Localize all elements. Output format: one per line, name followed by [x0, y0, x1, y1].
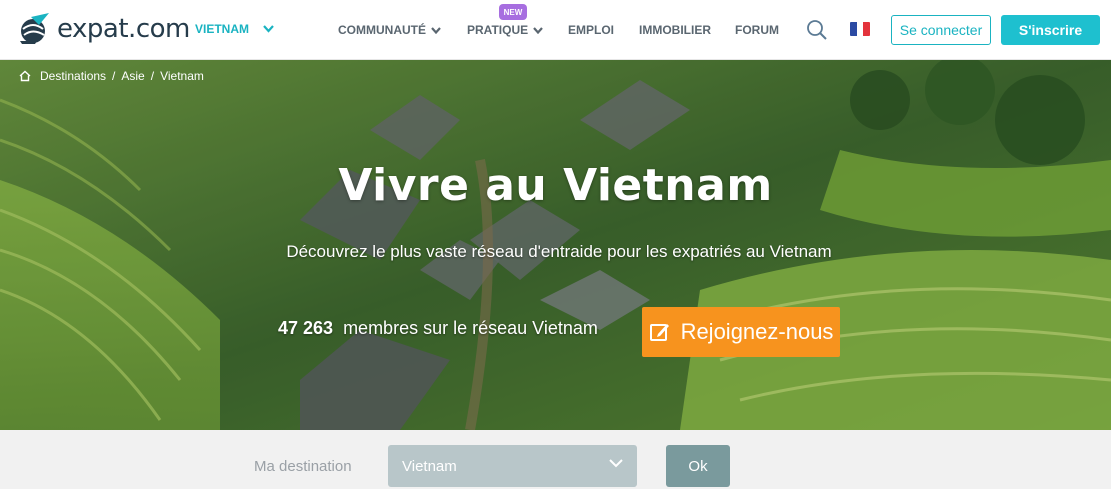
nav-real-estate[interactable]: IMMOBILIER — [639, 23, 711, 37]
country-label: VIETNAM — [195, 22, 249, 36]
nav-real-estate-label: IMMOBILIER — [639, 23, 711, 37]
join-button-label: Rejoignez-nous — [680, 319, 834, 344]
edit-icon — [649, 324, 669, 341]
nav-practical-label: PRATIQUE — [467, 23, 529, 37]
signup-button[interactable]: S'inscrire — [1001, 15, 1100, 45]
login-button[interactable]: Se connecter — [891, 15, 991, 45]
breadcrumb-separator: / — [150, 69, 155, 83]
chevron-down-icon — [609, 459, 623, 468]
member-count-text: membres sur le réseau Vietnam — [343, 318, 598, 338]
breadcrumb-asia[interactable]: Asie — [121, 69, 144, 83]
join-button[interactable]: Rejoignez-nous — [642, 307, 840, 357]
new-badge: NEW — [499, 4, 527, 20]
destination-select[interactable]: Vietnam — [388, 445, 637, 487]
nav-community[interactable]: COMMUNAUTÉ — [338, 23, 441, 37]
chevron-down-icon — [533, 26, 543, 34]
chevron-down-icon — [263, 25, 274, 33]
france-flag-icon[interactable] — [850, 22, 870, 36]
member-count: 47 263 membres sur le réseau Vietnam — [278, 318, 598, 339]
destination-bar: Ma destination Vietnam Ok — [0, 430, 1111, 489]
nav-jobs[interactable]: EMPLOI — [568, 23, 614, 37]
country-selector[interactable]: VIETNAM — [195, 22, 274, 36]
hero-banner: Destinations / Asie / Vietnam Vivre au V… — [0, 60, 1111, 430]
ok-button[interactable]: Ok — [666, 445, 730, 487]
home-icon[interactable] — [19, 70, 31, 82]
nav-forum[interactable]: FORUM — [735, 23, 779, 37]
search-icon[interactable] — [806, 19, 828, 41]
destination-selected-value: Vietnam — [402, 457, 457, 475]
member-count-number: 47 263 — [278, 318, 334, 338]
breadcrumb-destinations[interactable]: Destinations — [40, 69, 106, 83]
page-title: Vivre au Vietnam — [338, 160, 773, 211]
nav-practical[interactable]: PRATIQUE — [467, 23, 543, 37]
expat-logo[interactable]: expat.com — [17, 11, 190, 47]
hero-subtitle: Découvrez le plus vaste réseau d'entraid… — [286, 242, 832, 261]
top-navbar: expat.com VIETNAM COMMUNAUTÉ NEW PRATIQU… — [0, 0, 1111, 60]
chevron-down-icon — [431, 26, 441, 34]
globe-plane-icon — [20, 13, 49, 44]
breadcrumb: Destinations / Asie / Vietnam — [19, 69, 204, 83]
breadcrumb-vietnam[interactable]: Vietnam — [160, 69, 204, 83]
nav-forum-label: FORUM — [735, 23, 779, 37]
breadcrumb-separator: / — [112, 69, 116, 83]
logo-text: expat.com — [57, 14, 190, 44]
nav-jobs-label: EMPLOI — [568, 23, 615, 37]
destination-label: Ma destination — [254, 458, 352, 475]
nav-community-label: COMMUNAUTÉ — [338, 23, 426, 37]
